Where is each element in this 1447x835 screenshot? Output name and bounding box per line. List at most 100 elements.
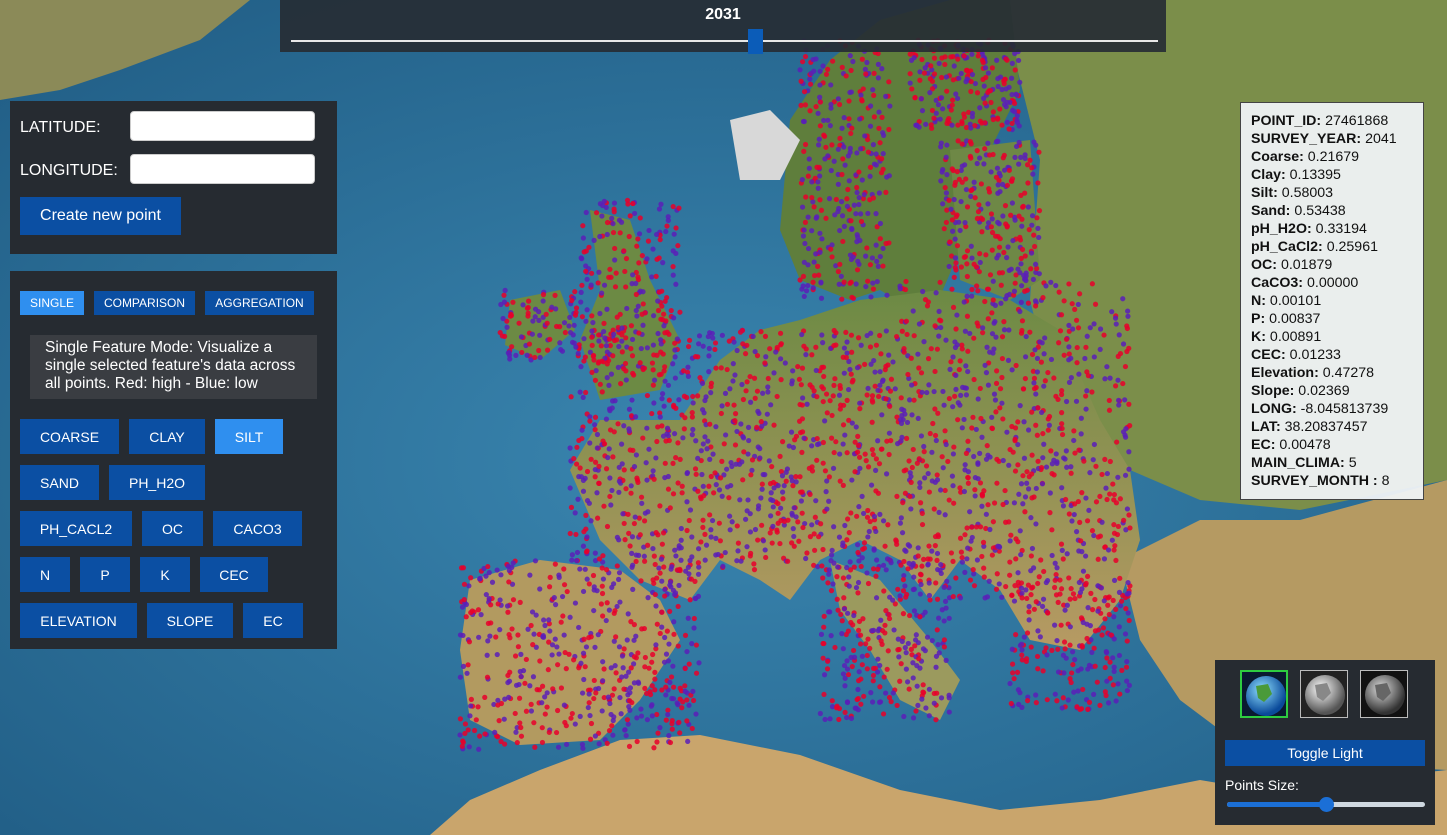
sample-point[interactable]: [815, 110, 821, 116]
sample-point[interactable]: [969, 114, 975, 120]
sample-point[interactable]: [514, 739, 520, 746]
sample-point[interactable]: [948, 107, 954, 113]
sample-point[interactable]: [838, 611, 844, 618]
sample-point[interactable]: [830, 393, 836, 399]
sample-point[interactable]: [1021, 419, 1027, 425]
sample-point[interactable]: [482, 731, 488, 737]
sample-point[interactable]: [825, 580, 831, 586]
sample-point[interactable]: [599, 590, 606, 597]
sample-point[interactable]: [1018, 299, 1024, 305]
sample-point[interactable]: [870, 451, 876, 458]
sample-point[interactable]: [526, 341, 533, 347]
sample-point[interactable]: [701, 410, 707, 416]
sample-point[interactable]: [738, 421, 744, 427]
sample-point[interactable]: [837, 451, 843, 457]
sample-point[interactable]: [931, 506, 937, 512]
sample-point[interactable]: [886, 126, 892, 133]
sample-point[interactable]: [609, 723, 615, 729]
sample-point[interactable]: [1059, 410, 1065, 416]
sample-point[interactable]: [837, 406, 843, 412]
sample-point[interactable]: [830, 465, 837, 471]
sample-point[interactable]: [640, 435, 646, 441]
sample-point[interactable]: [808, 70, 814, 76]
sample-point[interactable]: [485, 563, 491, 570]
sample-point[interactable]: [902, 583, 908, 589]
sample-point[interactable]: [648, 703, 654, 709]
sample-point[interactable]: [463, 614, 469, 620]
sample-point[interactable]: [1089, 607, 1096, 613]
sample-point[interactable]: [974, 557, 981, 563]
sample-point[interactable]: [844, 658, 850, 664]
sample-point[interactable]: [823, 489, 829, 495]
sample-point[interactable]: [855, 449, 861, 455]
sample-point[interactable]: [653, 642, 659, 648]
sample-point[interactable]: [589, 334, 595, 340]
sample-point[interactable]: [645, 238, 652, 244]
sample-point[interactable]: [677, 309, 683, 315]
sample-point[interactable]: [595, 632, 601, 638]
sample-point[interactable]: [882, 543, 888, 549]
sample-point[interactable]: [520, 302, 526, 308]
sample-point[interactable]: [587, 440, 593, 446]
sample-point[interactable]: [1043, 464, 1050, 470]
sample-point[interactable]: [1092, 628, 1099, 634]
sample-point[interactable]: [848, 67, 854, 74]
sample-point[interactable]: [989, 65, 995, 71]
sample-point[interactable]: [1020, 473, 1026, 479]
sample-point[interactable]: [670, 361, 676, 367]
sample-point[interactable]: [552, 292, 558, 298]
sample-point[interactable]: [1066, 575, 1072, 581]
sample-point[interactable]: [695, 571, 702, 577]
sample-point[interactable]: [627, 685, 634, 691]
sample-point[interactable]: [885, 522, 891, 528]
sample-point[interactable]: [835, 268, 841, 275]
sample-point[interactable]: [934, 627, 940, 633]
sample-point[interactable]: [557, 340, 563, 346]
sample-point[interactable]: [706, 353, 712, 359]
sample-point[interactable]: [872, 369, 878, 375]
sample-point[interactable]: [657, 503, 663, 509]
sample-point[interactable]: [1002, 203, 1009, 209]
sample-point[interactable]: [811, 259, 817, 265]
sample-point[interactable]: [911, 608, 918, 614]
sample-point[interactable]: [898, 395, 904, 401]
sample-point[interactable]: [883, 93, 889, 99]
sample-point[interactable]: [700, 524, 706, 530]
sample-point[interactable]: [1035, 458, 1041, 464]
sample-point[interactable]: [919, 510, 925, 517]
sample-point[interactable]: [652, 669, 658, 676]
sample-point[interactable]: [566, 651, 572, 657]
sample-point[interactable]: [977, 105, 983, 111]
sample-point[interactable]: [827, 123, 833, 129]
sample-point[interactable]: [819, 384, 825, 390]
sample-point[interactable]: [1045, 427, 1051, 433]
sample-point[interactable]: [885, 648, 891, 654]
sample-point[interactable]: [1035, 580, 1041, 587]
sample-point[interactable]: [837, 261, 843, 267]
sample-point[interactable]: [828, 246, 834, 252]
sample-point[interactable]: [617, 230, 623, 236]
sample-point[interactable]: [874, 557, 880, 563]
sample-point[interactable]: [679, 705, 685, 711]
sample-point[interactable]: [887, 388, 894, 394]
sample-point[interactable]: [916, 456, 922, 462]
sample-point[interactable]: [672, 592, 678, 598]
sample-point[interactable]: [580, 235, 587, 241]
sample-point[interactable]: [861, 545, 868, 551]
sample-point[interactable]: [802, 240, 808, 247]
sample-point[interactable]: [840, 543, 846, 549]
sample-point[interactable]: [1079, 490, 1085, 496]
sample-point[interactable]: [880, 518, 887, 524]
sample-point[interactable]: [732, 442, 739, 448]
sample-point[interactable]: [962, 220, 968, 226]
sample-point[interactable]: [963, 450, 970, 456]
sample-point[interactable]: [561, 632, 567, 638]
sample-point[interactable]: [806, 465, 812, 471]
sample-point[interactable]: [1085, 706, 1091, 713]
sample-point[interactable]: [856, 169, 862, 175]
sample-point[interactable]: [800, 524, 806, 531]
sample-point[interactable]: [1115, 377, 1121, 383]
sample-point[interactable]: [749, 467, 755, 473]
sample-point[interactable]: [685, 373, 692, 379]
sample-point[interactable]: [583, 512, 589, 518]
